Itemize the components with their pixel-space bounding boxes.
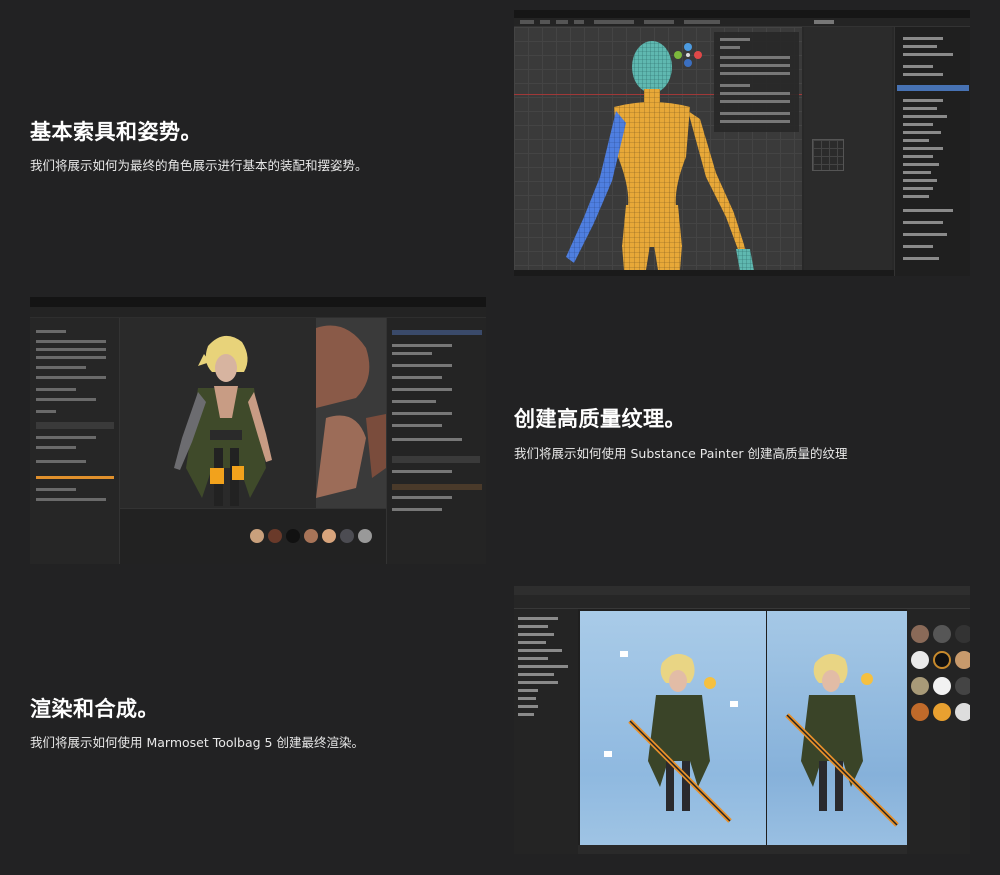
texture-material-ball-icon[interactable] — [955, 651, 970, 669]
texture-material-ball-icon[interactable] — [322, 529, 336, 543]
texture-material-ball-icon[interactable] — [911, 625, 929, 643]
section-title-rigging: 基本索具和姿势。 — [30, 120, 202, 144]
rendering-screenshot — [514, 586, 970, 854]
texture-material-ball-icon[interactable] — [358, 529, 372, 543]
app-toolbar[interactable] — [514, 595, 970, 609]
outliner-panel[interactable] — [894, 27, 970, 276]
timeline-bar[interactable] — [514, 270, 894, 276]
3d-texture-viewport[interactable] — [120, 318, 316, 508]
character-model — [174, 335, 272, 506]
texture-material-ball-icon[interactable] — [933, 651, 951, 669]
texture-material-ball-icon[interactable] — [250, 529, 264, 543]
texture-material-ball-icon[interactable] — [933, 677, 951, 695]
texture-material-ball-icon[interactable] — [955, 677, 970, 695]
properties-sidebar[interactable] — [714, 32, 799, 132]
brush-color-swatch[interactable] — [36, 476, 114, 479]
section-title-texturing: 创建高质量纹理。 — [514, 407, 686, 431]
texture-material-ball-icon[interactable] — [911, 677, 929, 695]
uv-grid — [812, 139, 844, 171]
section-description-rigging: 我们将展示如何为最终的角色展示进行基本的装配和摆姿势。 — [30, 158, 368, 173]
app-menu-bar — [514, 18, 970, 27]
texture-material-ball-icon[interactable] — [304, 529, 318, 543]
rendered-character-left — [604, 651, 738, 823]
rendered-character-right — [785, 653, 899, 827]
render-viewport-right[interactable] — [767, 611, 907, 845]
texture-material-ball-icon[interactable] — [286, 529, 300, 543]
texture-material-ball-icon[interactable] — [933, 703, 951, 721]
texture-material-ball-icon[interactable] — [340, 529, 354, 543]
texture-material-ball-icon[interactable] — [955, 703, 970, 721]
rigging-screenshot — [514, 10, 970, 276]
texture-material-ball-icon[interactable] — [268, 529, 282, 543]
texture-material-ball-icon[interactable] — [933, 625, 951, 643]
scene-tree-panel[interactable] — [514, 609, 578, 854]
light-bulb-icon — [704, 677, 716, 689]
status-bar — [578, 845, 907, 854]
app-menu-bar — [30, 297, 486, 307]
layer-stack-panel[interactable] — [386, 318, 486, 564]
2d-uv-viewport[interactable] — [316, 318, 386, 508]
properties-panel[interactable] — [30, 318, 120, 564]
texture-material-ball-icon[interactable] — [955, 625, 970, 643]
app-title-bar — [514, 10, 970, 18]
uv-editor-pane[interactable] — [804, 27, 892, 270]
uv-texture-map — [316, 325, 386, 498]
app-toolbar[interactable] — [30, 307, 486, 318]
material-shelf[interactable] — [120, 508, 386, 564]
texture-material-ball-icon[interactable] — [911, 651, 929, 669]
texturing-screenshot — [30, 297, 486, 564]
texture-material-ball-icon[interactable] — [911, 703, 929, 721]
section-description-rendering: 我们将展示如何使用 Marmoset Toolbag 5 创建最终渲染。 — [30, 735, 364, 750]
section-title-rendering: 渲染和合成。 — [30, 697, 159, 721]
app-menu-bar — [514, 586, 970, 595]
render-viewport-left[interactable] — [580, 611, 766, 845]
material-library-panel[interactable] — [907, 609, 970, 854]
selected-outliner-item[interactable] — [897, 85, 969, 91]
section-description-texturing: 我们将展示如何使用 Substance Painter 创建高质量的纹理 — [514, 446, 848, 461]
